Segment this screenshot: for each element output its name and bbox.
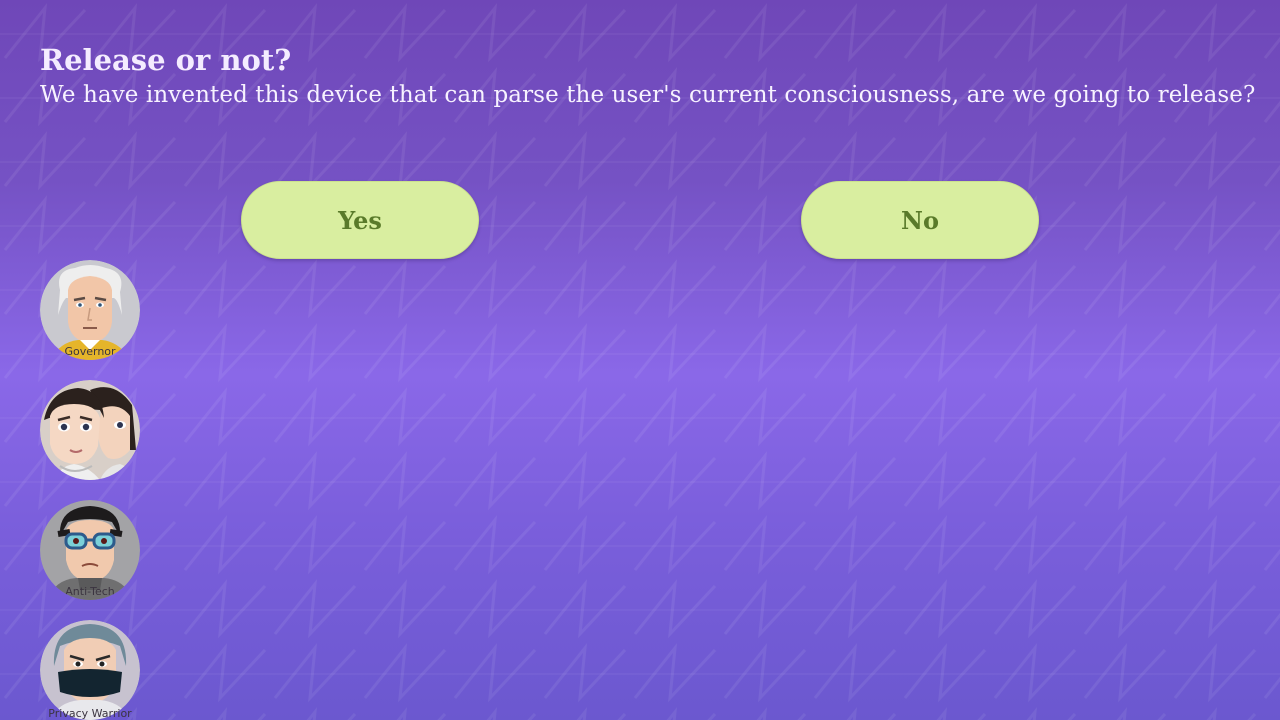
- avatar-label: Privacy Warrior: [48, 707, 132, 720]
- avatar-anti-tech[interactable]: Anti-Tech: [40, 500, 140, 600]
- prompt-title: Release or not?: [40, 43, 292, 77]
- avatar-label: Governor: [64, 345, 116, 358]
- yes-button[interactable]: Yes: [241, 181, 479, 259]
- avatar-governor[interactable]: Governor: [40, 260, 140, 360]
- avatar-privacy-warrior[interactable]: Privacy Warrior: [40, 620, 140, 720]
- twins-avatar-icon: [40, 380, 140, 480]
- avatar-twins[interactable]: [40, 380, 140, 480]
- privacy-warrior-avatar-icon: [40, 620, 140, 720]
- prompt-header: Release or not? We have invented this de…: [40, 42, 1260, 112]
- no-button[interactable]: No: [801, 181, 1039, 259]
- avatar-label: Anti-Tech: [65, 585, 115, 598]
- prompt-question: We have invented this device that can pa…: [40, 82, 1256, 108]
